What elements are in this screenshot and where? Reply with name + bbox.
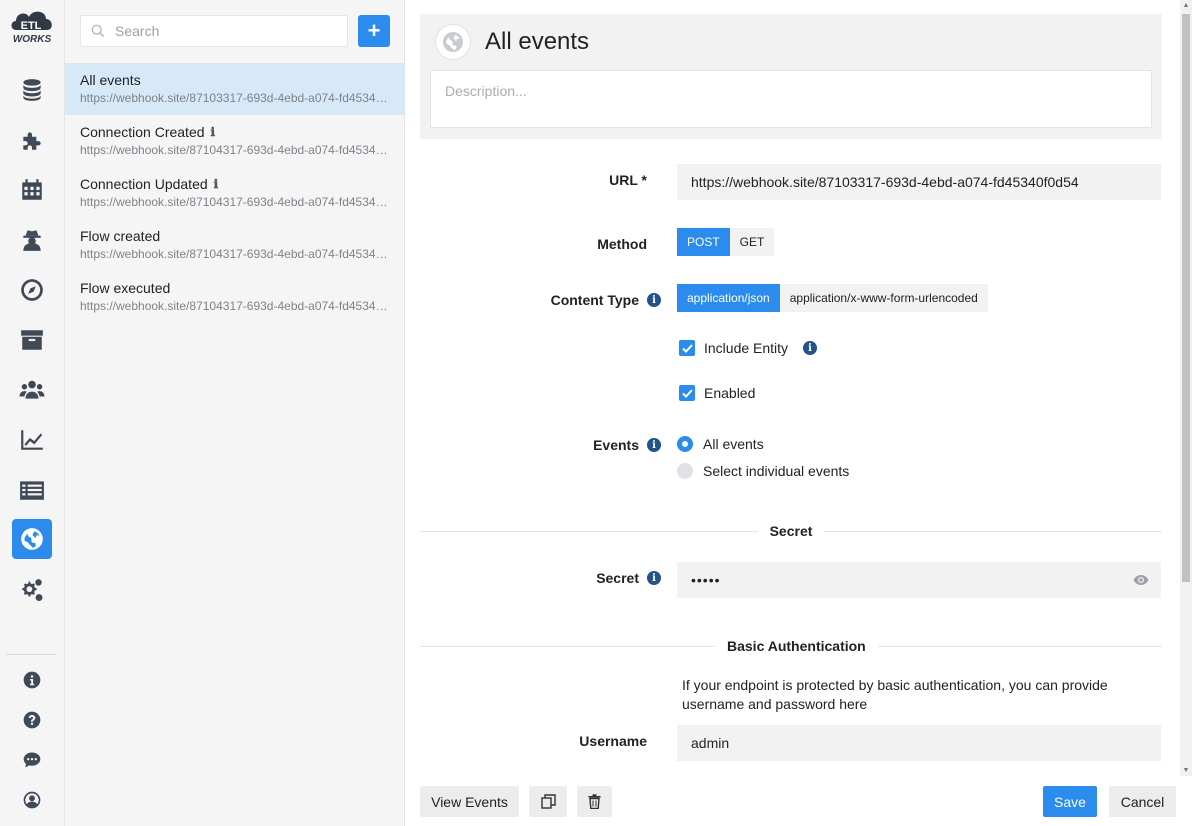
content-type-toggle: application/json application/x-www-form-…	[677, 284, 988, 312]
list-item[interactable]: All events https://webhook.site/87103317…	[65, 63, 405, 115]
list-item[interactable]: Connection Updated ℹ https://webhook.site…	[65, 167, 405, 219]
scroll-up-icon[interactable]: ▲	[1182, 2, 1190, 9]
trash-icon	[588, 794, 601, 809]
method-toggle: POST GET	[677, 228, 775, 256]
cancel-button[interactable]: Cancel	[1109, 786, 1176, 817]
view-events-button[interactable]: View Events	[420, 786, 519, 817]
secret-section-header: Secret	[420, 521, 1162, 541]
search-input[interactable]	[115, 23, 347, 39]
database-icon[interactable]	[12, 70, 52, 110]
method-label: Method	[597, 236, 647, 252]
checkbox-checked-icon[interactable]	[679, 385, 695, 401]
basic-auth-note: If your endpoint is protected by basic a…	[682, 677, 1108, 712]
scrollbar-thumb[interactable]	[1182, 14, 1190, 582]
gears-icon[interactable]	[12, 570, 52, 610]
radio-unselected-icon[interactable]	[677, 463, 693, 479]
list-item[interactable]: Flow executed https://webhook.site/87104…	[65, 271, 405, 323]
users-icon[interactable]	[12, 370, 52, 410]
list-icon[interactable]	[12, 470, 52, 510]
list-item-url: https://webhook.site/87103317-693d-4ebd-…	[80, 91, 390, 105]
events-individual-label: Select individual events	[703, 463, 850, 479]
webhook-list: All events https://webhook.site/87103317…	[65, 63, 405, 323]
content-type-form-button[interactable]: application/x-www-form-urlencoded	[779, 284, 988, 312]
url-field[interactable]: https://webhook.site/87103317-693d-4ebd-…	[677, 164, 1161, 200]
webhook-detail: All events URL * https://webhook.site/87…	[405, 0, 1192, 826]
info-icon[interactable]: i	[647, 438, 661, 452]
search-icon	[91, 24, 105, 38]
username-field[interactable]: admin	[677, 725, 1161, 761]
list-item-title: Flow created	[80, 228, 161, 244]
events-label: Events i	[593, 437, 661, 453]
content-type-label: Content Type i	[551, 292, 661, 308]
list-item-title: All events	[80, 72, 141, 88]
secret-label: Secret i	[596, 570, 661, 586]
globe-icon[interactable]	[12, 519, 52, 559]
enabled-label: Enabled	[704, 385, 756, 401]
chat-icon[interactable]	[12, 740, 52, 780]
events-all-radio[interactable]: All events	[677, 436, 764, 452]
show-password-icon[interactable]	[1133, 573, 1149, 587]
scroll-down-icon[interactable]: ▼	[1182, 767, 1190, 774]
method-get-button[interactable]: GET	[729, 228, 775, 256]
list-item-title: Connection Updated	[80, 176, 208, 192]
add-button[interactable]: +	[358, 15, 390, 47]
info-icon[interactable]	[12, 660, 52, 700]
agent-icon[interactable]	[12, 220, 52, 260]
basic-auth-section-header: Basic Authentication	[420, 636, 1162, 656]
search-box[interactable]	[80, 15, 348, 47]
scrollbar[interactable]: ▲ ▼	[1180, 0, 1192, 776]
delete-button[interactable]	[577, 786, 612, 817]
user-icon[interactable]	[12, 780, 52, 820]
rail-divider	[6, 654, 56, 655]
compass-icon[interactable]	[12, 270, 52, 310]
enabled-checkbox[interactable]: Enabled	[679, 385, 755, 401]
globe-icon	[435, 24, 471, 60]
method-post-button[interactable]: POST	[677, 228, 730, 256]
chart-line-icon[interactable]	[12, 420, 52, 460]
svg-text:WORKS: WORKS	[13, 34, 52, 45]
page-title: All events	[485, 28, 590, 55]
info-icon: ℹ	[210, 125, 216, 139]
username-label: Username	[579, 733, 647, 749]
description-field[interactable]	[430, 70, 1152, 128]
content-type-json-button[interactable]: application/json	[677, 284, 780, 312]
info-icon[interactable]: i	[647, 293, 661, 307]
puzzle-icon[interactable]	[12, 120, 52, 160]
include-entity-checkbox[interactable]: Include Entity i	[679, 340, 818, 356]
duplicate-button[interactable]	[529, 786, 567, 817]
detail-header: All events	[420, 14, 1162, 139]
events-individual-radio[interactable]: Select individual events	[677, 463, 849, 479]
list-item-title: Flow executed	[80, 280, 171, 296]
include-entity-label: Include Entity	[704, 340, 789, 356]
archive-icon[interactable]	[12, 320, 52, 360]
url-label: URL *	[609, 172, 647, 188]
info-icon: ℹ	[213, 177, 219, 191]
webhook-list-panel: + All events https://webhook.site/871033…	[65, 0, 405, 826]
list-item-url: https://webhook.site/87104317-693d-4ebd-…	[80, 247, 390, 261]
checkbox-checked-icon[interactable]	[679, 340, 695, 356]
events-all-label: All events	[703, 436, 764, 452]
info-icon[interactable]: i	[647, 571, 661, 585]
svg-text:ETL: ETL	[21, 20, 42, 32]
radio-selected-icon[interactable]	[677, 436, 693, 452]
nav-rail: ETL WORKS	[0, 0, 65, 826]
list-item-title: Connection Created	[80, 124, 205, 140]
copy-icon	[540, 794, 556, 809]
secret-field[interactable]: •••••	[677, 562, 1161, 598]
list-item[interactable]: Flow created https://webhook.site/871043…	[65, 219, 405, 271]
list-item-url: https://webhook.site/87104317-693d-4ebd-…	[80, 299, 390, 313]
save-button[interactable]: Save	[1043, 786, 1097, 817]
list-item[interactable]: Connection Created ℹ https://webhook.site…	[65, 115, 405, 167]
list-item-url: https://webhook.site/87104317-693d-4ebd-…	[80, 195, 390, 209]
list-item-url: https://webhook.site/87104317-693d-4ebd-…	[80, 143, 390, 157]
help-icon[interactable]	[12, 700, 52, 740]
etl-works-logo[interactable]: ETL WORKS	[8, 8, 56, 48]
calendar-icon[interactable]	[12, 170, 52, 210]
info-icon[interactable]: i	[803, 341, 818, 355]
